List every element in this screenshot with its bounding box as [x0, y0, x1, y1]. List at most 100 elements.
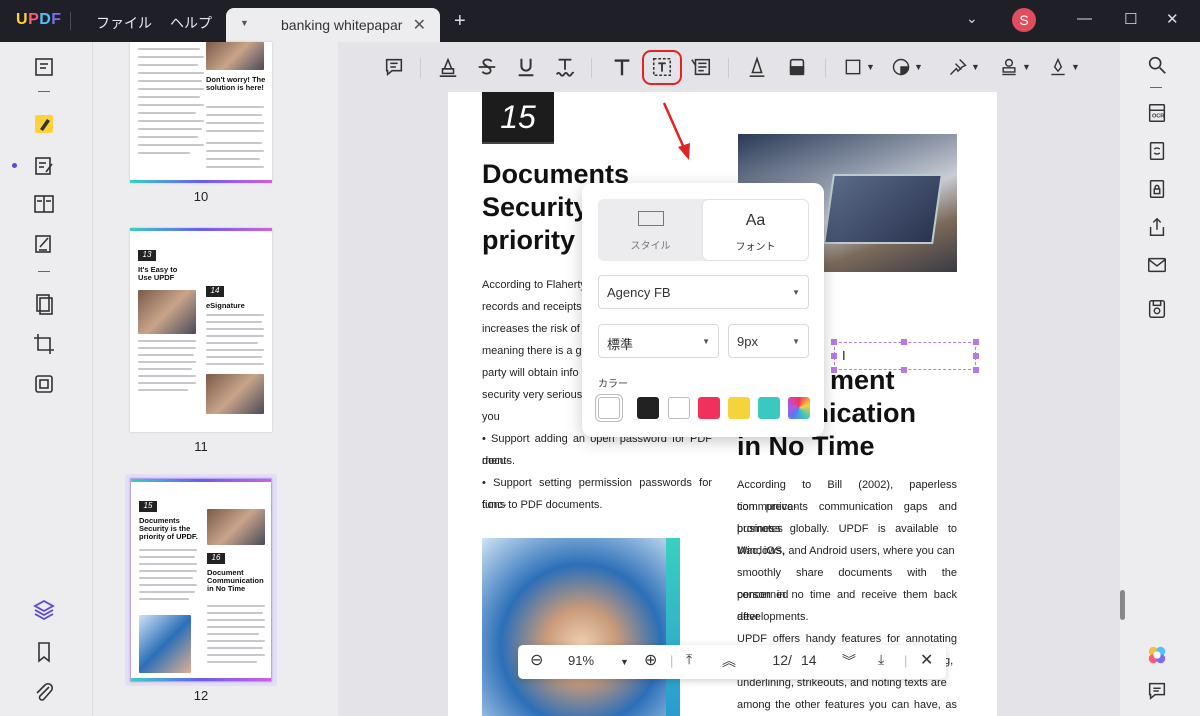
save-icon[interactable]: [1146, 298, 1168, 320]
new-tab-icon[interactable]: +: [454, 10, 466, 33]
left-toolbar: [0, 42, 92, 716]
pencil-icon[interactable]: [744, 54, 770, 80]
squiggly-icon[interactable]: [552, 54, 578, 80]
signature-dropdown-icon[interactable]: ▼: [1045, 54, 1083, 80]
color-swatch-custom[interactable]: [788, 397, 810, 419]
color-label: カラー: [598, 379, 628, 390]
layers-icon[interactable]: [32, 598, 56, 622]
edit-pdf-icon[interactable]: [32, 154, 56, 178]
email-icon[interactable]: [1146, 254, 1168, 276]
comments-panel-icon[interactable]: [1146, 680, 1168, 702]
attachment-icon[interactable]: [32, 680, 56, 704]
thumbnail-page-11[interactable]: 13 It's Easy to Use UPDF 14 eSignature: [130, 228, 272, 432]
search-icon[interactable]: [1146, 54, 1168, 76]
new-text-box[interactable]: [834, 342, 976, 370]
text-box-highlight-ring: [642, 50, 682, 85]
chevron-down-icon: ▼: [792, 288, 800, 297]
eraser-icon[interactable]: [784, 54, 810, 80]
crop-icon[interactable]: [32, 332, 56, 356]
teamwork-photo: [482, 538, 680, 716]
tab-title: banking whitepapar: [281, 17, 403, 33]
thumbnail-badge: 16: [207, 553, 225, 564]
thumbnail-page-12[interactable]: 15 Documents Security is the priority of…: [130, 478, 272, 682]
color-swatch-teal[interactable]: [758, 397, 780, 419]
color-swatch-red[interactable]: [698, 397, 720, 419]
total-pages: 14: [801, 652, 817, 668]
comment-toolbar: ▼ ▼ ▼ ▼ ▼: [338, 42, 1120, 92]
thumbnail-page-10[interactable]: Don't worry! The solution is here!: [130, 42, 272, 183]
ai-assistant-icon[interactable]: [1146, 644, 1168, 666]
zoom-out-icon[interactable]: ⊖: [530, 650, 543, 670]
close-window-icon[interactable]: ✕: [1166, 10, 1179, 28]
left-body-line: ments.: [482, 455, 516, 467]
color-swatch-yellow[interactable]: [728, 397, 750, 419]
previous-page-icon[interactable]: ︽: [722, 651, 736, 671]
document-tab[interactable]: ▼ banking whitepapar ✕: [226, 8, 440, 42]
vertical-scrollbar[interactable]: [1120, 590, 1125, 620]
text-callout-icon[interactable]: [688, 54, 714, 80]
font-size-select[interactable]: 9px ▼: [728, 324, 809, 358]
strikethrough-icon[interactable]: [474, 54, 500, 80]
rail-separator: [38, 91, 50, 92]
highlight-icon[interactable]: [435, 54, 461, 80]
text-cursor: I: [842, 348, 846, 363]
ocr-icon[interactable]: OCR: [1146, 102, 1168, 124]
color-swatch-white-selected[interactable]: [598, 397, 620, 419]
tab-font-label: フォント: [735, 242, 776, 253]
font-family-value: Agency FB: [607, 285, 671, 300]
right-body-line: among the other features you can have, a…: [737, 699, 957, 711]
thumbnail-heading: Documents Security is the priority of UP…: [139, 516, 198, 541]
title-bar: UPDF ファイル ヘルプ ▼ banking whitepapar ✕ + ⌄…: [0, 0, 1200, 42]
tabs-overflow-icon[interactable]: ⌄: [966, 10, 978, 27]
close-nav-icon[interactable]: ✕: [920, 650, 933, 670]
title-separator: [70, 12, 71, 30]
thumbnail-heading: eSignature: [206, 301, 245, 310]
active-indicator: [12, 163, 17, 168]
sticky-note-icon[interactable]: [381, 54, 407, 80]
pin-dropdown-icon[interactable]: ▼: [945, 54, 983, 80]
tab-font[interactable]: Aa フォント: [703, 200, 808, 260]
next-page-icon[interactable]: ︾: [842, 651, 856, 671]
thumbnail-badge: 15: [139, 501, 157, 512]
stamp-dropdown-icon[interactable]: ▼: [996, 54, 1034, 80]
user-avatar[interactable]: S: [1012, 8, 1036, 32]
zoom-value[interactable]: 91%: [568, 653, 594, 668]
menu-help[interactable]: ヘルプ: [170, 13, 212, 33]
popup-tabs: スタイル Aa フォント: [598, 199, 809, 261]
first-page-icon[interactable]: ⤒: [686, 651, 692, 668]
bookmark-icon[interactable]: [32, 640, 56, 664]
page-tools-icon[interactable]: [32, 372, 56, 396]
minimize-icon[interactable]: —: [1077, 10, 1092, 27]
fill-sign-icon[interactable]: [32, 232, 56, 256]
maximize-icon[interactable]: ☐: [1124, 10, 1137, 28]
tab-style-label: スタイル: [630, 241, 671, 252]
color-swatch-white[interactable]: [668, 397, 690, 419]
sticker-dropdown-icon[interactable]: ▼: [889, 54, 925, 80]
thumbnail-page-label: 12: [193, 688, 209, 703]
thumbnail-panel: Don't worry! The solution is here! 10 13…: [92, 42, 338, 716]
share-icon[interactable]: [1146, 216, 1168, 238]
convert-icon[interactable]: [1146, 140, 1168, 162]
zoom-dropdown-icon[interactable]: ▼: [620, 657, 629, 667]
form-icon[interactable]: [32, 192, 56, 216]
underline-icon[interactable]: [513, 54, 539, 80]
last-page-icon[interactable]: ⤓: [878, 651, 884, 668]
text-comment-icon[interactable]: [609, 54, 635, 80]
organize-pages-icon[interactable]: [32, 292, 56, 316]
zoom-in-icon[interactable]: ⊕: [644, 650, 657, 670]
font-family-select[interactable]: Agency FB ▼: [598, 275, 809, 309]
menu-file[interactable]: ファイル: [96, 13, 152, 33]
protect-icon[interactable]: [1146, 178, 1168, 200]
thumbnail-heading: It's Easy to Use UPDF: [138, 265, 178, 282]
tab-close-icon[interactable]: ✕: [413, 15, 426, 35]
tab-style[interactable]: スタイル: [598, 199, 703, 261]
shape-dropdown-icon[interactable]: ▼: [841, 54, 877, 80]
comment-mode-icon[interactable]: [32, 112, 56, 136]
font-weight-select[interactable]: 標準 ▼: [598, 324, 719, 358]
color-swatch-black[interactable]: [637, 397, 659, 419]
reader-icon[interactable]: [32, 55, 56, 79]
page-number-input[interactable]: 12: [754, 652, 788, 672]
tab-dropdown-icon[interactable]: ▼: [240, 18, 249, 28]
font-aa-icon: Aa: [745, 212, 766, 229]
updf-window: UPDF ファイル ヘルプ ▼ banking whitepapar ✕ + ⌄…: [0, 0, 1200, 716]
